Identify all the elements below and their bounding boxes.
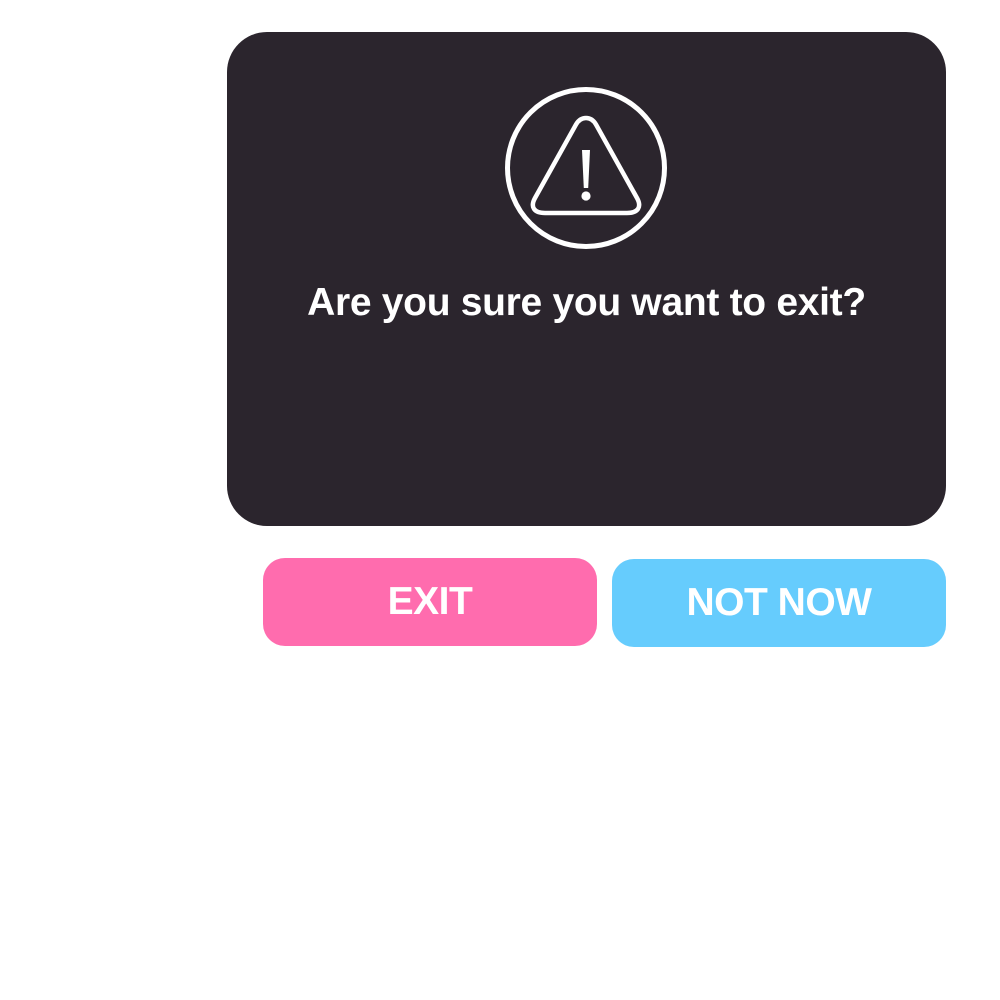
dialog-message: Are you sure you want to exit? xyxy=(307,281,866,324)
exit-button[interactable]: EXIT xyxy=(263,558,597,646)
exit-dialog: Are you sure you want to exit? xyxy=(227,32,946,526)
exit-confirmation-screen: Are you sure you want to exit? EXIT NOT … xyxy=(0,0,1000,1000)
not-now-button[interactable]: NOT NOW xyxy=(612,559,946,647)
warning-icon xyxy=(504,86,668,250)
